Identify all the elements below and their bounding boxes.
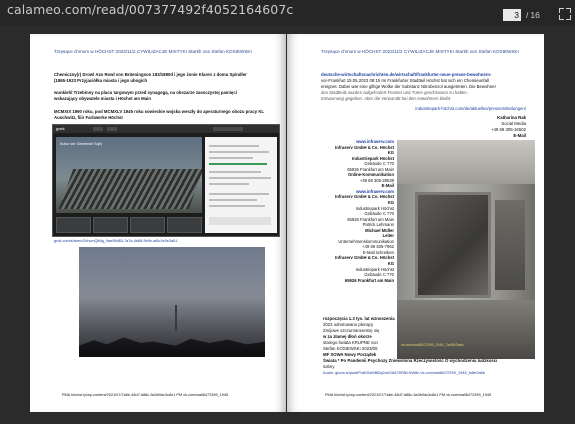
video-caption: Kultur der Gemeinde Sojhl (60, 142, 103, 146)
contact-email[interactable]: E-Mail (513, 133, 526, 139)
chimney-shape (175, 305, 177, 331)
photo-caption: vk.com/wall6472399_1945_7ed2b7aeb (401, 343, 464, 347)
lower-line-9: sobny (323, 364, 335, 369)
lower-line-5: starego świata KRUPNE von (323, 340, 378, 345)
intro-line-3: ereignet. Dabei war eine giftige Wolke d… (321, 84, 496, 89)
monument-top (397, 140, 535, 184)
intro-line-5: Entwarnung gegeben. Aber die Verwandtt b… (321, 96, 452, 101)
press-url[interactable]: industriepark-höchst.com/de/aktuelles/pr… (415, 106, 526, 112)
contact-line: Infraserv GmbH & Co. Höchst (335, 144, 394, 150)
monument-base (397, 300, 535, 359)
browser-bar: grok (53, 125, 279, 133)
page-footer: PMA höchst.ly/wp-content/2021/07/7a6e-48… (325, 393, 492, 397)
grok-logo: grok (56, 126, 65, 131)
field-rows-image (58, 169, 202, 209)
monument-photo: vk.com/wall6472399_1945_7ed2b7aeb (397, 140, 535, 359)
page-separator: / (526, 10, 529, 20)
intro-line-2: vor-Frankfurt 15.05.2023 08:15 Im Frankf… (321, 78, 489, 83)
intro-line-1[interactable]: deutsche-wirtschaftsnachrichten.de/wirts… (321, 72, 491, 78)
contact-phone: +49 69 305-16502 (490, 127, 526, 132)
document-url[interactable]: calameo.com/read/007377492f4052164607c (7, 2, 293, 17)
page-total: 16 (530, 10, 540, 20)
embedded-screenshot: grok Kultur der Gemeinde Sojhl (52, 124, 280, 237)
contact-line: 65926 Frankfurt am Main (344, 277, 394, 283)
fullscreen-icon[interactable] (559, 8, 571, 20)
page-header: Trzęsące chmurs w HÖCHST 2023/11/2 CYWIL… (54, 49, 252, 54)
chat-panel (205, 137, 277, 233)
page-header: Trzęsące chmurs w HÖCHST 2023/11/2 CYWIL… (321, 49, 519, 54)
bronze-relief (415, 192, 491, 298)
audio-link[interactable]: Audio: gloria.tv/post/Pu6Gb69B6bj2ahG8A7… (323, 370, 485, 376)
page-number-input[interactable]: 3 (503, 9, 521, 21)
paragraph-1: Chemiczny(r) Drowl Azo Rowl von Brüening… (54, 72, 247, 83)
video-frame: Kultur der Gemeinde Sojhl (56, 137, 202, 213)
lower-line-3: Zmijowe szczurnarosemię się (323, 328, 380, 333)
top-bar: calameo.com/read/007377492f4052164607c 3… (0, 0, 575, 26)
lower-line-1: rozpoczęcia 1.3 tys. lat wznoszenia (323, 316, 395, 321)
lower-line-6: Stefan KOSIEWSKI 2023/06 (323, 346, 378, 351)
lower-line-4: w za złamej dłoń okorze (323, 334, 372, 339)
contact-role: Social Media (501, 121, 526, 126)
contact-block: www.infraserv.com Infraserv GmbH & Co. H… (331, 139, 394, 283)
paragraph-2: wunkiehl Trzebinny na placu targowym prz… (54, 90, 237, 101)
contact-line: Infraserv GmbH & Co. Höchst (335, 194, 394, 200)
thumbnail-strip (56, 217, 202, 233)
intro-line-4: des Stadtteils wurden aufgefordert Fenst… (321, 90, 468, 95)
page-indicator: 3 / 16 (503, 8, 540, 22)
contact-line: Infraserv GmbH & Co. Höchst (335, 255, 394, 261)
night-sky-photo (79, 247, 265, 357)
monument-side (495, 200, 525, 290)
page-footer: PMA höchst.ly/wp-content/2021/07/7a6e-48… (62, 393, 229, 397)
contact-person: Katharina Rak (497, 115, 526, 120)
paragraph-3: MCMXIX 1990 roku, pod MCMXLV 1945 roku s… (54, 109, 264, 120)
lower-line-2: 2023 odnotowano płonący (323, 322, 374, 327)
screenshot-link[interactable]: grok.com/share/c2hhcmQtMg_9ae95d83-7a7a-… (54, 239, 177, 245)
lower-line-7: MF SOWA Nowy Porządek (323, 352, 377, 357)
tree-silhouette (79, 337, 265, 357)
